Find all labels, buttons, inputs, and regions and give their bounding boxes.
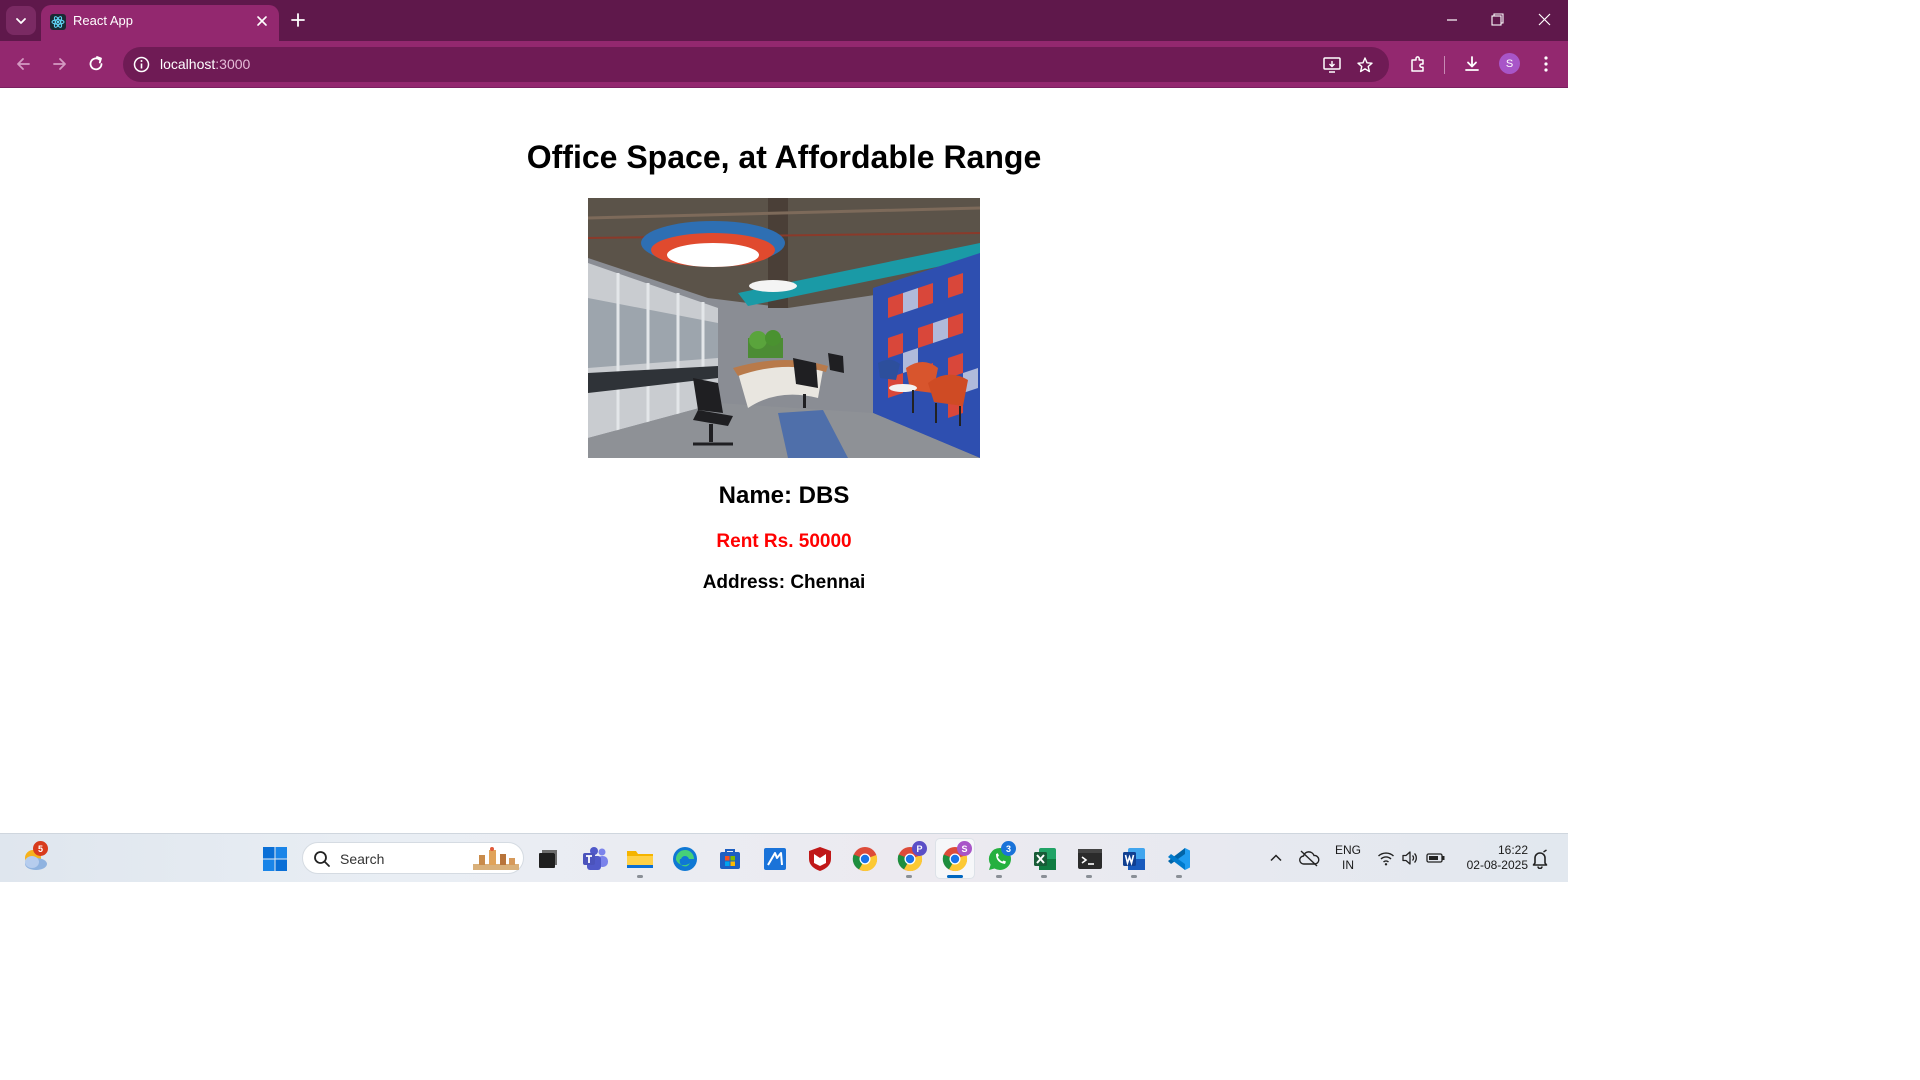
install-app-icon[interactable] bbox=[1322, 56, 1342, 74]
vscode-running-indicator bbox=[1176, 875, 1182, 878]
clock[interactable]: 16:22 02-08-2025 bbox=[1456, 843, 1528, 873]
address-bar[interactable]: localhost:3000 bbox=[123, 47, 1389, 82]
microsoft-teams-icon[interactable] bbox=[579, 843, 611, 875]
mcafee-shield-icon[interactable] bbox=[804, 843, 836, 875]
terminal-icon[interactable] bbox=[1074, 843, 1106, 875]
chrome-profile-p-badge: P bbox=[912, 841, 927, 856]
microsoft-word-icon[interactable] bbox=[1118, 843, 1150, 875]
notifications-bell-icon[interactable] bbox=[1531, 849, 1549, 869]
terminal-running-indicator bbox=[1086, 875, 1092, 878]
chrome-profile-s-badge: S bbox=[957, 841, 972, 856]
lang-code: ENG bbox=[1334, 843, 1361, 857]
office-rent: Rent Rs. 50000 bbox=[716, 531, 852, 552]
windows-taskbar: 5 Search P S 3 ENG IN 16:22 02-08-2025 bbox=[0, 833, 1568, 882]
microsoft-store-icon[interactable] bbox=[714, 843, 746, 875]
close-window-icon[interactable] bbox=[1536, 11, 1552, 29]
react-icon bbox=[50, 14, 66, 30]
chrome-s-active-indicator bbox=[947, 875, 963, 878]
tab-strip: React App bbox=[0, 0, 1568, 41]
widgets-badge: 5 bbox=[33, 841, 48, 856]
url-host: localhost bbox=[160, 56, 216, 72]
office-address: Address: Chennai bbox=[702, 572, 866, 593]
search-placeholder: Search bbox=[340, 851, 385, 867]
office-space-image bbox=[588, 198, 980, 458]
restore-icon[interactable] bbox=[1489, 11, 1505, 29]
chevron-down-icon bbox=[16, 17, 26, 24]
chrome-p-running-indicator bbox=[906, 875, 912, 878]
file-explorer-icon[interactable] bbox=[624, 843, 656, 875]
profile-avatar[interactable]: S bbox=[1499, 53, 1520, 74]
url-text: localhost:3000 bbox=[160, 56, 250, 72]
weather-widget-icon[interactable]: 5 bbox=[19, 841, 51, 875]
toolbar-divider bbox=[1444, 56, 1445, 74]
show-hidden-icons-chevron-up-icon[interactable] bbox=[1268, 850, 1284, 866]
react-app-page: Office Space, at Affordable Range Name: … bbox=[0, 89, 1568, 833]
lang-region: IN bbox=[1342, 858, 1354, 872]
site-info-icon[interactable] bbox=[133, 56, 150, 73]
new-tab-plus-icon[interactable] bbox=[289, 11, 307, 29]
wifi-icon[interactable] bbox=[1377, 850, 1395, 866]
word-running-indicator bbox=[1131, 875, 1137, 878]
vscode-icon[interactable] bbox=[1163, 843, 1195, 875]
downloads-icon[interactable] bbox=[1462, 54, 1482, 74]
browser-tab-react-app[interactable]: React App bbox=[41, 5, 279, 41]
chrome-profile-s-icon[interactable]: S bbox=[939, 841, 972, 875]
windows-start-icon[interactable] bbox=[259, 843, 291, 875]
search-highlight-illustration-icon bbox=[471, 846, 521, 872]
office-name: Name: DBS bbox=[718, 482, 850, 509]
minimize-icon[interactable] bbox=[1444, 11, 1460, 29]
reload-icon[interactable] bbox=[86, 54, 106, 74]
whatsapp-icon[interactable]: 3 bbox=[984, 841, 1016, 875]
back-arrow-icon[interactable] bbox=[13, 54, 33, 74]
microsoft-edge-icon[interactable] bbox=[669, 843, 701, 875]
tab-title: React App bbox=[73, 13, 133, 28]
clock-date: 02-08-2025 bbox=[1466, 858, 1528, 872]
search-icon bbox=[313, 850, 331, 868]
url-port: :3000 bbox=[215, 56, 251, 72]
whatsapp-running-indicator bbox=[996, 875, 1002, 878]
input-language-indicator[interactable]: ENG IN bbox=[1333, 843, 1363, 873]
battery-icon[interactable] bbox=[1426, 850, 1446, 866]
taskbar-search-box[interactable]: Search bbox=[302, 842, 524, 874]
extensions-puzzle-icon[interactable] bbox=[1408, 54, 1428, 74]
onedrive-offline-cloud-icon[interactable] bbox=[1298, 849, 1320, 867]
chrome-menu-kebab-icon[interactable] bbox=[1537, 54, 1555, 74]
google-chrome-icon[interactable] bbox=[849, 843, 881, 875]
tab-search-button[interactable] bbox=[6, 6, 36, 35]
azure-data-studio-icon[interactable] bbox=[759, 843, 791, 875]
whatsapp-badge: 3 bbox=[1001, 841, 1016, 856]
close-tab-icon[interactable] bbox=[255, 14, 269, 28]
browser-toolbar: localhost:3000 S bbox=[0, 41, 1568, 88]
page-title: Office Space, at Affordable Range bbox=[526, 139, 1042, 175]
microsoft-excel-icon[interactable] bbox=[1029, 843, 1061, 875]
volume-speaker-icon[interactable] bbox=[1401, 850, 1419, 866]
clock-time: 16:22 bbox=[1497, 843, 1528, 857]
bookmark-star-icon[interactable] bbox=[1356, 56, 1374, 74]
excel-running-indicator bbox=[1041, 875, 1047, 878]
task-view-icon[interactable] bbox=[532, 843, 564, 875]
explorer-running-indicator bbox=[637, 875, 643, 878]
forward-arrow-icon[interactable] bbox=[50, 54, 70, 74]
chrome-profile-p-icon[interactable]: P bbox=[894, 841, 927, 875]
